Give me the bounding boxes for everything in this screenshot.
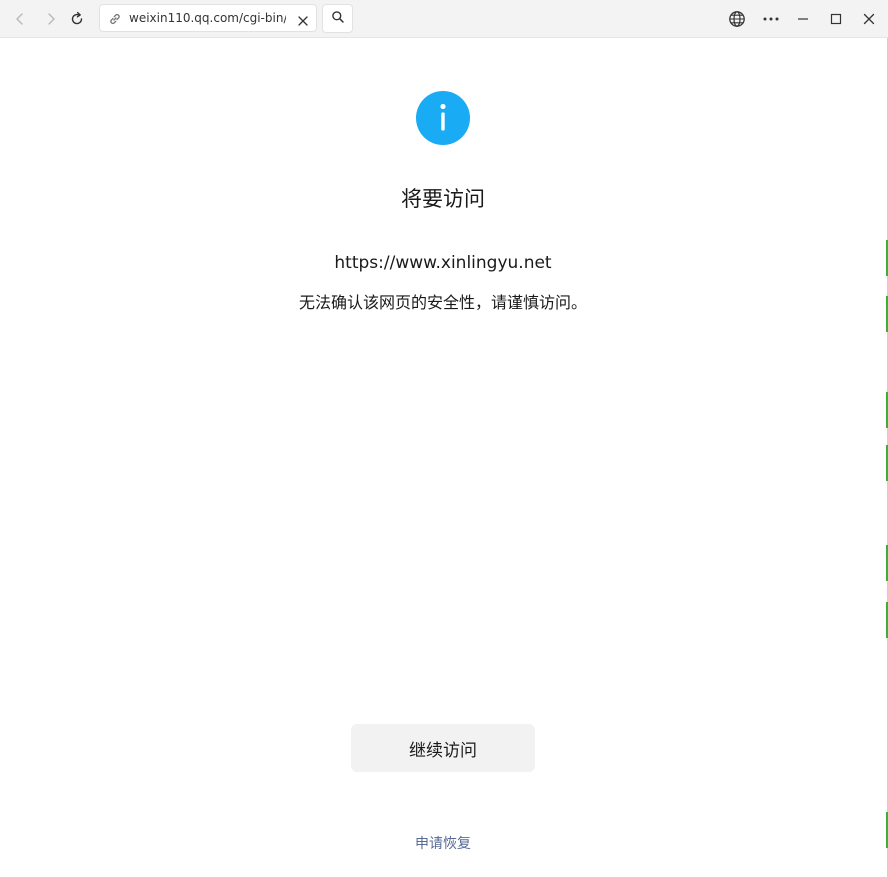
target-url: https://www.xinlingyu.net <box>334 253 552 273</box>
reload-icon[interactable] <box>63 5 91 33</box>
address-text[interactable]: weixin110.qq.com/cgi-bin/mmspamsupport-b… <box>129 11 286 26</box>
more-icon[interactable] <box>757 5 785 33</box>
search-button[interactable] <box>322 4 353 33</box>
search-icon <box>331 9 345 28</box>
redirect-warning-page: 将要访问 https://www.xinlingyu.net 无法确认该网页的安… <box>0 38 886 877</box>
browser-window: weixin110.qq.com/cgi-bin/mmspamsupport-b… <box>0 0 888 877</box>
link-icon <box>108 11 122 30</box>
maximize-icon[interactable] <box>822 5 850 33</box>
address-bar[interactable]: weixin110.qq.com/cgi-bin/mmspamsupport-b… <box>99 4 317 32</box>
continue-button[interactable]: 继续访问 <box>351 724 535 772</box>
window-close-icon[interactable] <box>855 5 883 33</box>
globe-icon[interactable] <box>723 5 751 33</box>
security-warning: 无法确认该网页的安全性，请谨慎访问。 <box>298 293 587 312</box>
browser-toolbar: weixin110.qq.com/cgi-bin/mmspamsupport-b… <box>0 0 888 38</box>
close-icon[interactable] <box>297 12 309 31</box>
page-title: 将要访问 <box>401 187 485 211</box>
appeal-link[interactable]: 申请恢复 <box>0 834 886 854</box>
back-arrow-icon[interactable] <box>6 5 34 33</box>
forward-arrow-icon[interactable] <box>37 5 65 33</box>
info-icon <box>416 91 470 145</box>
minimize-icon[interactable] <box>789 5 817 33</box>
